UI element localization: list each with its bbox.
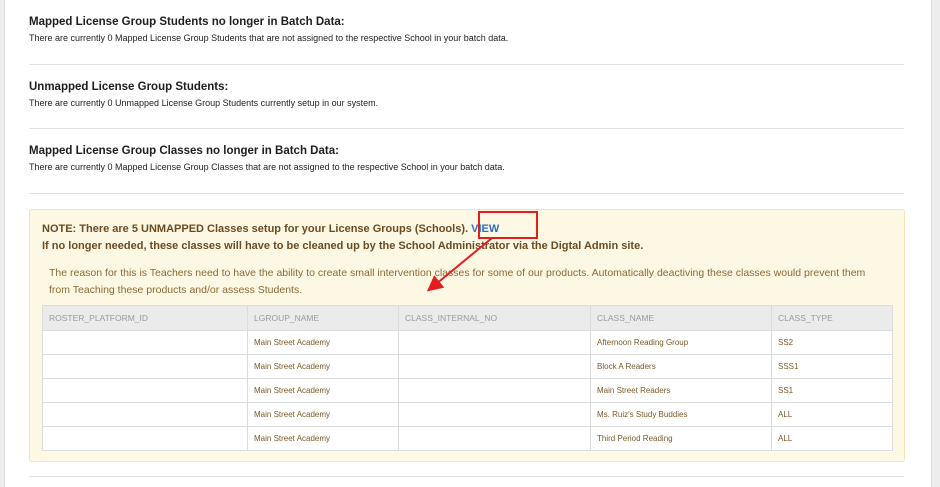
table-cell: Main Street Academy bbox=[247, 378, 399, 403]
table-cell bbox=[42, 354, 248, 379]
divider bbox=[29, 193, 904, 194]
table-cell: SSS1 bbox=[771, 354, 893, 379]
table-cell bbox=[42, 402, 248, 427]
section-text: There are currently 0 Mapped License Gro… bbox=[29, 33, 509, 43]
table-cell: Block A Readers bbox=[590, 354, 772, 379]
table-cell: Main Street Readers bbox=[590, 378, 772, 403]
section-title: Unmapped License Group Students: bbox=[29, 81, 229, 93]
table-header-row: ROSTER_PLATFORM_ID LGROUP_NAME CLASS_INT… bbox=[42, 305, 893, 331]
table-row: Main Street Academy Third Period Reading… bbox=[42, 426, 893, 451]
column-header[interactable]: CLASS_TYPE bbox=[771, 305, 893, 331]
divider bbox=[29, 476, 904, 477]
table-cell: ALL bbox=[771, 426, 893, 451]
table-row: Main Street Academy Ms. Ruiz's Study Bud… bbox=[42, 402, 893, 427]
table-cell: Main Street Academy bbox=[247, 354, 399, 379]
table-cell: Main Street Academy bbox=[247, 402, 399, 427]
section-text: There are currently 0 Unmapped License G… bbox=[29, 98, 379, 108]
divider bbox=[29, 128, 904, 129]
table-row: Main Street Academy Block A Readers SSS1 bbox=[42, 354, 893, 379]
table-cell: Third Period Reading bbox=[590, 426, 772, 451]
unmapped-classes-note: NOTE: There are 5 UNMAPPED Classes setup… bbox=[29, 209, 905, 462]
table-cell: SS1 bbox=[771, 378, 893, 403]
table-cell: Afternoon Reading Group bbox=[590, 330, 772, 355]
table-cell bbox=[398, 354, 591, 379]
unmapped-students-section: Unmapped License Group Students: There a… bbox=[29, 81, 904, 108]
divider bbox=[29, 64, 904, 65]
table-cell bbox=[42, 426, 248, 451]
unmapped-classes-table: ROSTER_PLATFORM_ID LGROUP_NAME CLASS_INT… bbox=[42, 305, 893, 451]
section-title: Mapped License Group Classes no longer i… bbox=[29, 145, 339, 157]
table-cell: ALL bbox=[771, 402, 893, 427]
mapped-students-section: Mapped License Group Students no longer … bbox=[29, 16, 904, 43]
note-headline: NOTE: There are 5 UNMAPPED Classes setup… bbox=[42, 223, 499, 235]
section-text: There are currently 0 Mapped License Gro… bbox=[29, 162, 505, 172]
table-cell: Main Street Academy bbox=[247, 330, 399, 355]
column-header[interactable]: CLASS_NAME bbox=[590, 305, 772, 331]
table-cell bbox=[398, 378, 591, 403]
table-cell bbox=[398, 402, 591, 427]
column-header[interactable]: ROSTER_PLATFORM_ID bbox=[42, 305, 248, 331]
table-cell: Main Street Academy bbox=[247, 426, 399, 451]
table-cell: Ms. Ruiz's Study Buddies bbox=[590, 402, 772, 427]
table-row: Main Street Academy Afternoon Reading Gr… bbox=[42, 330, 893, 355]
mapped-classes-section: Mapped License Group Classes no longer i… bbox=[29, 145, 904, 172]
table-cell bbox=[398, 426, 591, 451]
table-cell bbox=[42, 330, 248, 355]
column-header[interactable]: LGROUP_NAME bbox=[247, 305, 399, 331]
view-link[interactable]: VIEW bbox=[471, 223, 499, 235]
note-instruction: If no longer needed, these classes will … bbox=[42, 240, 644, 252]
table-cell: SS2 bbox=[771, 330, 893, 355]
table-row: Main Street Academy Main Street Readers … bbox=[42, 378, 893, 403]
column-header[interactable]: CLASS_INTERNAL_NO bbox=[398, 305, 591, 331]
section-title: Mapped License Group Students no longer … bbox=[29, 16, 345, 28]
note-reason: The reason for this is Teachers need to … bbox=[49, 267, 866, 296]
table-cell bbox=[398, 330, 591, 355]
note-headline-text: NOTE: There are 5 UNMAPPED Classes setup… bbox=[42, 223, 469, 235]
table-cell bbox=[42, 378, 248, 403]
